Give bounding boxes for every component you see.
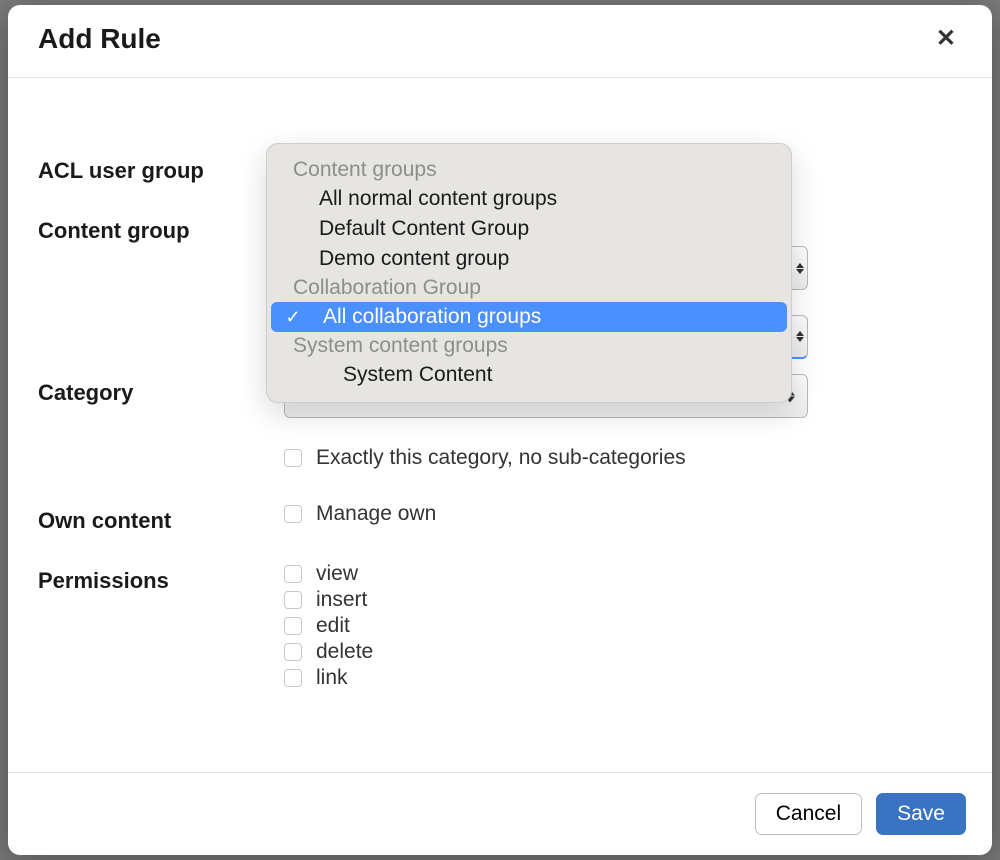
modal-footer: Cancel Save [8,772,992,855]
content-group-select[interactable] [792,315,808,359]
perm-view-label: view [316,562,358,586]
perm-link-label: link [316,666,348,690]
save-button[interactable]: Save [876,793,966,835]
exact-category-checkbox[interactable]: Exactly this category, no sub-categories [284,446,808,470]
cancel-button[interactable]: Cancel [755,793,862,835]
modal-header: Add Rule ✕ [8,5,992,78]
perm-link[interactable]: link [284,666,808,690]
dd-header-content-groups: Content groups [267,156,791,184]
dd-header-system-content-groups: System content groups [267,332,791,360]
dd-option-all-collaboration-groups[interactable]: ✓ All collaboration groups [271,302,787,332]
manage-own-label: Manage own [316,502,436,526]
label-permissions: Permissions [38,562,284,594]
dd-option-demo-content-group[interactable]: ✓ Demo content group [267,244,791,274]
dd-header-collaboration-group: Collaboration Group [267,274,791,302]
perm-delete-label: delete [316,640,373,664]
perm-edit-label: edit [316,614,350,638]
perm-edit-input[interactable] [284,617,302,635]
perm-edit[interactable]: edit [284,614,808,638]
perm-view[interactable]: view [284,562,808,586]
perm-delete[interactable]: delete [284,640,808,664]
modal-title: Add Rule [38,23,161,55]
perm-view-input[interactable] [284,565,302,583]
row-permissions: Permissions view insert edit delete [38,562,962,692]
perm-insert-label: insert [316,588,367,612]
check-icon: ✓ [279,307,307,328]
exact-category-input[interactable] [284,449,302,467]
label-category: Category [38,374,284,406]
row-own-content: Own content Manage own [38,502,962,534]
perm-insert-input[interactable] [284,591,302,609]
perm-delete-input[interactable] [284,643,302,661]
row-exact-category: Exactly this category, no sub-categories [38,446,962,474]
label-own-content: Own content [38,502,284,534]
perm-insert[interactable]: insert [284,588,808,612]
modal-body: ACL user group Content group Category Al… [8,78,992,772]
content-group-dropdown[interactable]: Content groups ✓ All normal content grou… [266,143,792,403]
close-icon[interactable]: ✕ [930,23,962,55]
dd-option-system-content[interactable]: ✓ System Content [267,360,791,390]
dd-option-default-content-group[interactable]: ✓ Default Content Group [267,214,791,244]
manage-own-checkbox[interactable]: Manage own [284,502,808,526]
label-content-group: Content group [38,212,284,244]
label-acl-user-group: ACL user group [38,152,284,184]
exact-category-label: Exactly this category, no sub-categories [316,446,686,470]
perm-link-input[interactable] [284,669,302,687]
permissions-list: view insert edit delete link [284,562,808,692]
acl-user-group-select[interactable] [792,246,808,290]
dd-option-all-normal-content-groups[interactable]: ✓ All normal content groups [267,184,791,214]
add-rule-modal: Add Rule ✕ ACL user group Content group … [8,5,992,855]
manage-own-input[interactable] [284,505,302,523]
